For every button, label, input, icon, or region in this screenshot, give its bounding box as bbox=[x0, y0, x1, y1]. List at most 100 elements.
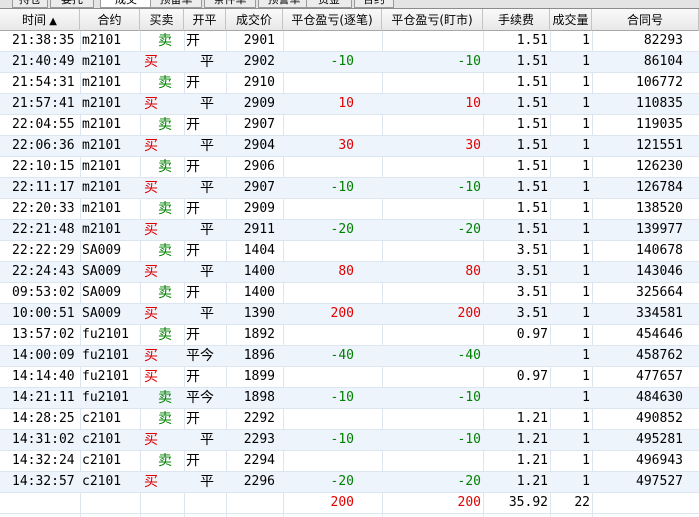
table-row[interactable]: 14:32:57 c2101 买 平 2296 -20 -20 1.21 1 497527 bbox=[0, 472, 699, 493]
table-row[interactable]: 22:21:48 m2101 买 平 2911 -20 -20 1.51 1 139977 bbox=[0, 220, 699, 241]
tab-0[interactable]: 持仓 bbox=[12, 0, 48, 8]
column-header-order-id[interactable]: 合同号 bbox=[592, 9, 699, 31]
cell-open-close: 开 bbox=[186, 117, 200, 133]
cell-contract: c2101 bbox=[82, 432, 122, 447]
table-row[interactable]: 21:38:35 m2101 卖开 2901 1.51 1 82293 bbox=[0, 31, 699, 52]
column-header-volume[interactable]: 成交量 bbox=[550, 9, 592, 31]
cell-order-id: 458762 bbox=[636, 348, 683, 363]
table-row[interactable]: 14:31:02 c2101 买 平 2293 -10 -10 1.21 1 495281 bbox=[0, 430, 699, 451]
tab-3[interactable]: 预备单 bbox=[150, 0, 202, 8]
cell-price: 2296 bbox=[243, 474, 275, 489]
sort-ascending-icon: ▲ bbox=[46, 16, 57, 27]
cell-open-close: 平 bbox=[200, 138, 214, 154]
cell-contract bbox=[80, 493, 140, 513]
cell-volume: 1 bbox=[582, 201, 590, 216]
tab-7[interactable]: 合约 bbox=[354, 0, 394, 8]
totals-row: 200 200 35.92 22 bbox=[0, 493, 699, 514]
table-row[interactable]: 22:06:36 m2101 买 平 2904 30 30 1.51 1 121551 bbox=[0, 136, 699, 157]
cell-fee bbox=[483, 346, 550, 366]
cell-open-close: 开 bbox=[186, 201, 200, 217]
cell-price: 2907 bbox=[243, 117, 275, 132]
cell-pnl-trade bbox=[283, 283, 382, 303]
cell-pnl-trade: 80 bbox=[338, 264, 354, 279]
cell-side: 买 bbox=[144, 180, 158, 196]
cell-open-close: 平 bbox=[200, 96, 214, 112]
cell-price: 1400 bbox=[243, 264, 275, 279]
cell-side: 卖 bbox=[158, 33, 172, 49]
cell-pnl-trade: 30 bbox=[338, 138, 354, 153]
cell-fee: 1.21 bbox=[516, 474, 548, 489]
cell-open-close: 平 bbox=[200, 432, 214, 448]
table-row[interactable]: 21:57:41 m2101 买 平 2909 10 10 1.51 1 110835 bbox=[0, 94, 699, 115]
cell-volume: 1 bbox=[582, 96, 590, 111]
column-header-label: 买卖 bbox=[149, 13, 174, 27]
column-header-side[interactable]: 买卖 bbox=[140, 9, 184, 31]
cell-side: 买 bbox=[144, 348, 158, 364]
tab-2[interactable]: 成交 bbox=[100, 0, 152, 8]
table-row[interactable]: 22:04:55 m2101 卖开 2907 1.51 1 119035 bbox=[0, 115, 699, 136]
table-row[interactable]: 14:21:11 fu2101 卖平今 1898 -10 -10 1 484630 bbox=[0, 388, 699, 409]
column-header-open-close[interactable]: 开平 bbox=[184, 9, 226, 31]
table-row[interactable]: 14:28:25 c2101 卖开 2292 1.21 1 490852 bbox=[0, 409, 699, 430]
cell-open-close: 开 bbox=[186, 243, 200, 259]
cell-pnl-trade: -10 bbox=[330, 180, 354, 195]
column-header-pnl-mark[interactable]: 平仓盈亏(盯市) bbox=[382, 9, 483, 31]
cell-time: 21:38:35 bbox=[12, 33, 75, 48]
cell-pnl-mark: -20 bbox=[457, 222, 481, 237]
cell-pnl-mark: -10 bbox=[457, 390, 481, 405]
column-header-fee[interactable]: 手续费 bbox=[483, 9, 550, 31]
cell-side: 卖 bbox=[158, 75, 172, 91]
cell-open-close: 平 bbox=[200, 54, 214, 70]
cell-time: 14:31:02 bbox=[12, 432, 75, 447]
tab-1[interactable]: 委托 bbox=[50, 0, 94, 8]
cell-side: 卖 bbox=[158, 453, 172, 469]
cell-open-close: 平 bbox=[200, 180, 214, 196]
table-row[interactable]: 21:54:31 m2101 卖开 2910 1.51 1 106772 bbox=[0, 73, 699, 94]
tab-4[interactable]: 条件单 bbox=[204, 0, 256, 8]
column-header-label: 开平 bbox=[192, 13, 217, 27]
table-row[interactable]: 09:53:02 SA009 卖开 1400 3.51 1 325664 bbox=[0, 283, 699, 304]
cell-price: 2294 bbox=[243, 453, 275, 468]
column-header-pnl-trade[interactable]: 平仓盈亏(逐笔) bbox=[283, 9, 382, 31]
cell-order-id: 138520 bbox=[636, 201, 683, 216]
table-row[interactable]: 14:32:24 c2101 卖开 2294 1.21 1 496943 bbox=[0, 451, 699, 472]
cell-pnl-trade: 200 bbox=[330, 495, 354, 510]
cell-pnl-mark: 200 bbox=[457, 306, 481, 321]
table-row[interactable]: 22:11:17 m2101 买 平 2907 -10 -10 1.51 1 126784 bbox=[0, 178, 699, 199]
table-row[interactable]: 22:24:43 SA009 买 平 1400 80 80 3.51 1 143046 bbox=[0, 262, 699, 283]
cell-price: 1896 bbox=[243, 348, 275, 363]
cell-order-id: 126784 bbox=[636, 180, 683, 195]
cell-open-close: 平 bbox=[200, 306, 214, 322]
cell-fee: 3.51 bbox=[516, 264, 548, 279]
cell-pnl-trade: 200 bbox=[330, 306, 354, 321]
cell-order-id: 490852 bbox=[636, 411, 683, 426]
cell-side: 买 bbox=[144, 264, 158, 280]
table-row[interactable]: 22:22:29 SA009 卖开 1404 3.51 1 140678 bbox=[0, 241, 699, 262]
cell-volume: 1 bbox=[582, 159, 590, 174]
table-row[interactable]: 22:20:33 m2101 卖开 2909 1.51 1 138520 bbox=[0, 199, 699, 220]
cell-fee: 1.21 bbox=[516, 432, 548, 447]
cell-fee: 0.97 bbox=[516, 327, 548, 342]
table-row[interactable]: 14:00:09 fu2101 买 平今 1896 -40 -40 1 458762 bbox=[0, 346, 699, 367]
table-row[interactable]: 13:57:02 fu2101 卖开 1892 0.97 1 454646 bbox=[0, 325, 699, 346]
cell-pnl-trade: 10 bbox=[338, 96, 354, 111]
cell-volume: 1 bbox=[582, 54, 590, 69]
table-row[interactable]: 10:00:51 SA009 买 平 1390 200 200 3.51 1 334581 bbox=[0, 304, 699, 325]
table-row[interactable]: 14:14:40 fu2101 买 开 1899 0.97 1 477657 bbox=[0, 367, 699, 388]
cell-pnl-mark bbox=[382, 157, 483, 177]
cell-order-id: 143046 bbox=[636, 264, 683, 279]
tab-6[interactable]: 资金 bbox=[306, 0, 352, 8]
cell-fee: 1.51 bbox=[516, 75, 548, 90]
column-header-contract[interactable]: 合约 bbox=[80, 9, 140, 31]
cell-price: 2910 bbox=[243, 75, 275, 90]
cell-open-close: 平 bbox=[200, 222, 214, 238]
column-header-price[interactable]: 成交价 bbox=[226, 9, 283, 31]
table-row[interactable]: 21:40:49 m2101 买 平 2902 -10 -10 1.51 1 86104 bbox=[0, 52, 699, 73]
cell-contract: fu2101 bbox=[82, 390, 129, 405]
tab-5[interactable]: 预警单 bbox=[258, 0, 310, 8]
column-header-time[interactable]: 时间 ▲ bbox=[0, 9, 80, 31]
cell-time: 22:21:48 bbox=[12, 222, 75, 237]
cell-open-close: 开 bbox=[186, 369, 200, 385]
cell-order-id: 126230 bbox=[636, 159, 683, 174]
table-row[interactable]: 22:10:15 m2101 卖开 2906 1.51 1 126230 bbox=[0, 157, 699, 178]
